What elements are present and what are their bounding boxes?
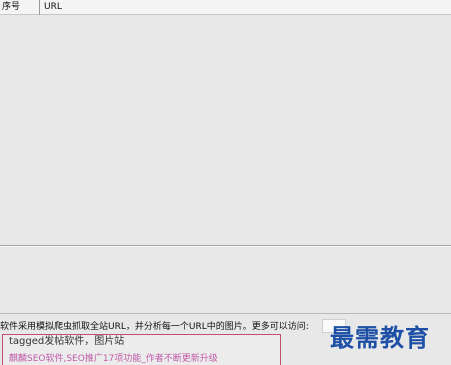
ad-line-2[interactable]: 麒麟SEO软件,SEO推广17项功能_作者不断更新升级 [9,351,218,364]
ad-banner[interactable]: tagged发帖软件，图片站 麒麟SEO软件,SEO推广17项功能_作者不断更新… [2,334,281,365]
table-header: 序号 URL [0,0,451,15]
ad-line-1[interactable]: tagged发帖软件，图片站 [9,335,124,347]
description-text: 软件采用模拟爬虫抓取全站URL，并分析每一个URL中的图片。更多可以访问: [0,322,309,332]
url-list[interactable] [0,16,451,245]
watermark-logo: 最需教育 [330,324,430,352]
column-header-index[interactable]: 序号 [2,0,36,15]
column-header-url[interactable]: URL [39,0,62,15]
image-detail-pane[interactable] [0,247,451,313]
status-divider [0,313,451,314]
